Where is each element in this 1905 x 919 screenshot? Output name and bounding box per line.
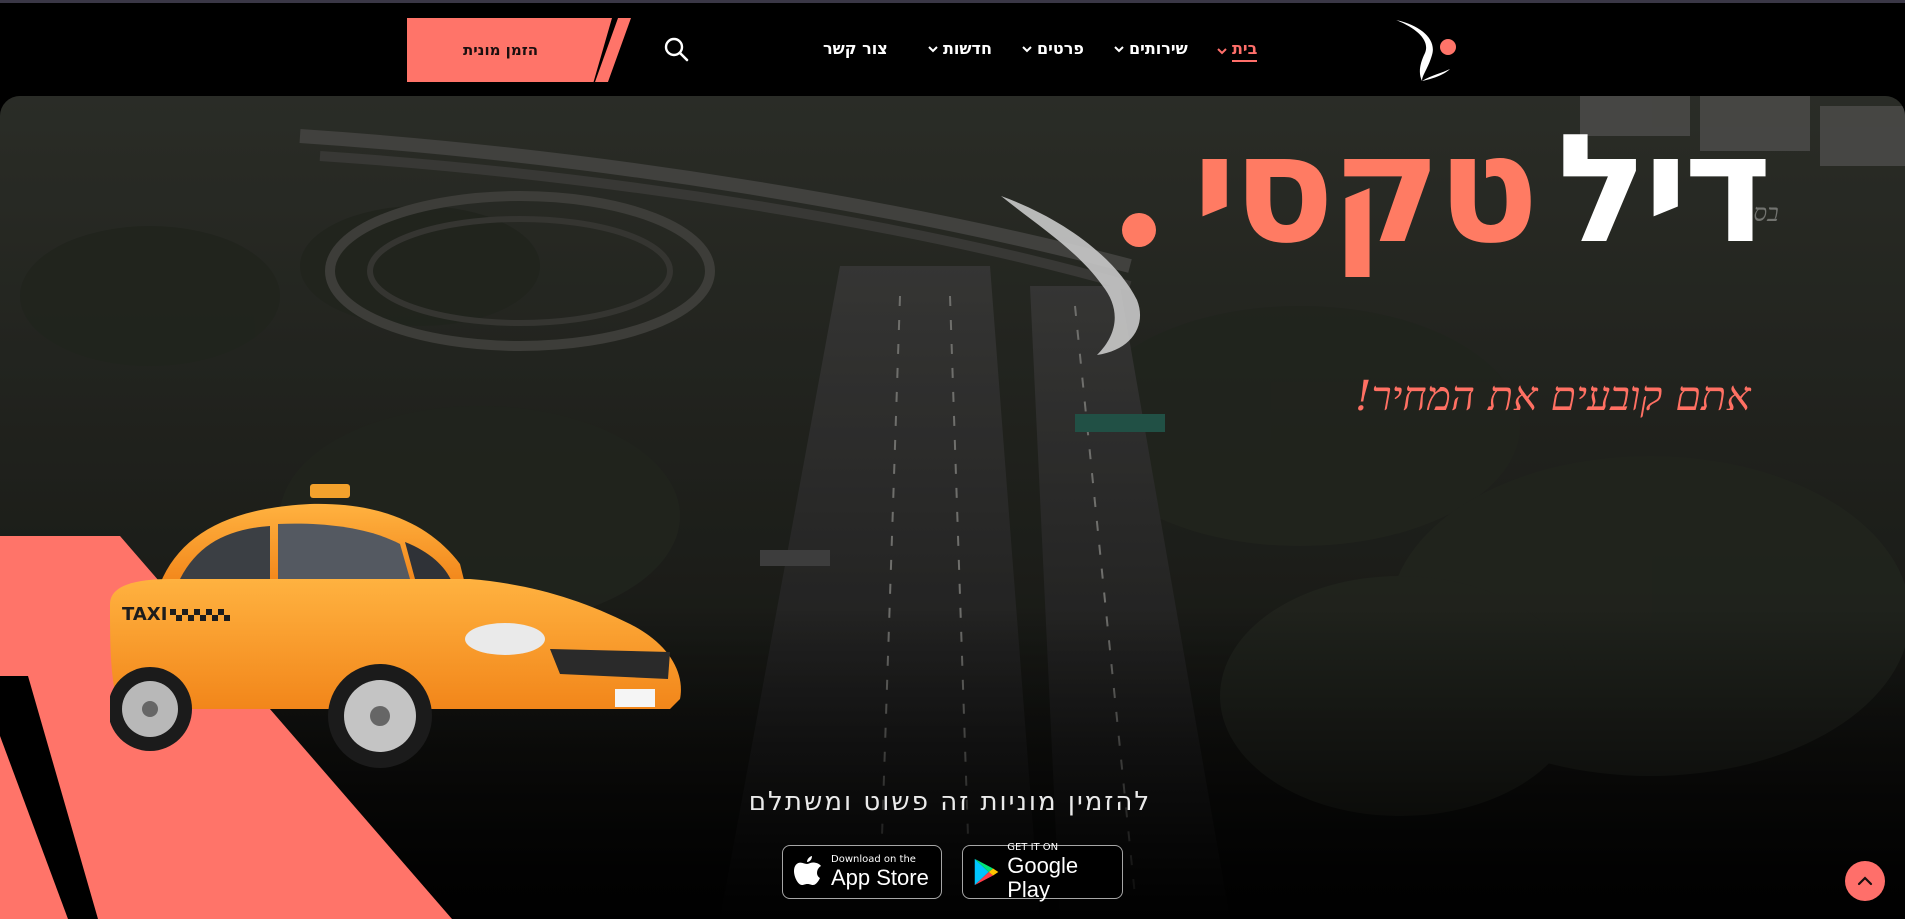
nav-item-news[interactable]: חדשות xyxy=(927,39,992,58)
app-store-big-text: App Store xyxy=(831,865,929,890)
nav-item-home[interactable]: בית xyxy=(1216,39,1258,62)
search-icon[interactable] xyxy=(661,34,691,64)
chevron-down-icon xyxy=(1022,45,1032,52)
brand-logo-icon[interactable] xyxy=(1392,17,1462,83)
nav-item-details[interactable]: פרטים xyxy=(1021,39,1084,58)
chevron-down-icon xyxy=(928,45,938,52)
taxi-car-illustration: TAXI xyxy=(110,484,681,768)
nav-item-contact[interactable]: צור קשר xyxy=(823,39,888,58)
order-taxi-button-wrap: הזמן מונית xyxy=(407,18,631,82)
nav-item-label: חדשות xyxy=(943,39,992,58)
brand-word-coral: טקסי xyxy=(1192,103,1539,277)
nav-item-services[interactable]: שירותים xyxy=(1113,39,1188,58)
brand-heading: דיל טקסי xyxy=(1170,100,1790,280)
google-play-icon xyxy=(974,858,999,886)
brand-word-white: דיל xyxy=(1556,103,1772,277)
app-store-button[interactable]: Download on the App Store xyxy=(782,845,942,899)
nav-item-label: שירותים xyxy=(1129,39,1188,58)
nav-item-label: פרטים xyxy=(1037,39,1084,58)
chevron-up-icon xyxy=(1857,876,1873,886)
google-play-button[interactable]: GET IT ON Google Play xyxy=(962,842,1123,902)
brand-swoosh-icon xyxy=(1001,196,1156,355)
taxi-sign-text: TAXI xyxy=(122,604,167,625)
nav-item-label: בית xyxy=(1232,39,1258,62)
chevron-down-icon xyxy=(1217,47,1227,54)
google-play-big-text: Google Play xyxy=(1007,853,1079,902)
nav-item-label: צור קשר xyxy=(823,39,888,58)
chevron-down-icon xyxy=(1114,45,1124,52)
hero-tagline: אתם קובעים את המחיר! xyxy=(1355,372,1751,420)
site-header: בית שירותים פרטים חדשות צור קשר הזמן מונ… xyxy=(0,3,1905,96)
apple-icon xyxy=(794,856,821,885)
scroll-to-top-button[interactable] xyxy=(1845,861,1885,901)
hero-subtitle: להזמין מוניות זה פשוט ומשתלם xyxy=(748,787,1152,817)
order-taxi-button[interactable]: הזמן מונית xyxy=(407,18,612,82)
